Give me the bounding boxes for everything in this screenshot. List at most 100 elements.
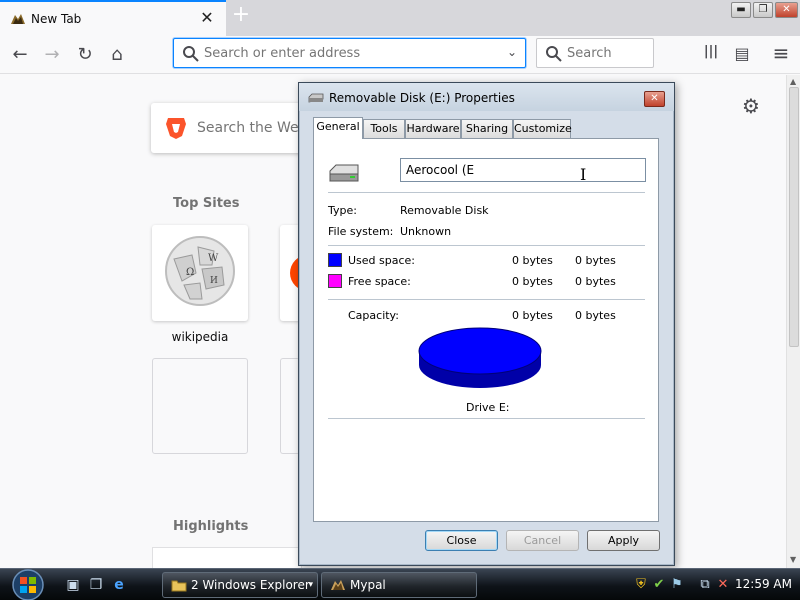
taskbar-button-mypal[interactable]: Mypal xyxy=(321,572,477,598)
url-bar[interactable]: ⌄ xyxy=(173,38,526,68)
search-input[interactable] xyxy=(567,43,647,63)
top-site-tile[interactable] xyxy=(280,225,326,321)
clock[interactable]: 12:59 AM xyxy=(735,577,792,591)
back-button[interactable]: ← xyxy=(6,41,34,69)
start-orb-icon[interactable] xyxy=(8,569,48,600)
mypal-icon xyxy=(11,14,25,24)
capacity-bytes: 0 bytes xyxy=(512,309,553,322)
chevron-down-icon[interactable]: ▾ xyxy=(308,573,313,597)
empty-top-site-tile[interactable] xyxy=(152,358,248,454)
highlights-heading: Highlights xyxy=(173,519,249,534)
file-system-label: File system: xyxy=(328,225,394,238)
flag-icon[interactable]: ⚑ xyxy=(669,577,685,593)
divider xyxy=(328,418,645,419)
folder-icon xyxy=(171,580,187,592)
tab-general[interactable]: General xyxy=(313,117,363,139)
dialog-title-bar[interactable]: Removable Disk (E:) Properties ✕ xyxy=(299,83,674,111)
svg-text:W: W xyxy=(208,253,219,264)
checkmark-shield-icon[interactable]: ✔ xyxy=(651,577,667,593)
top-sites-heading: Top Sites xyxy=(173,196,240,211)
switch-windows-icon[interactable]: ❐ xyxy=(87,577,105,593)
taskbar: ▣ ❐ e 2 Windows Explorer ▾ Mypal ⛨ ✔ ⚑ ⧉… xyxy=(0,568,800,600)
removable-disk-icon xyxy=(308,93,324,103)
new-tab-button[interactable]: + xyxy=(230,4,252,28)
network-icon[interactable]: ⧉ xyxy=(697,577,713,593)
security-shield-icon[interactable]: ⛨ xyxy=(633,577,649,593)
dialog-close-icon[interactable]: ✕ xyxy=(644,91,665,107)
apply-button[interactable]: Apply xyxy=(587,530,660,551)
home-button[interactable]: ⌂ xyxy=(103,41,131,69)
search-icon xyxy=(183,46,199,62)
free-space-label: Free space: xyxy=(348,275,411,288)
window-close-button[interactable]: ✕ xyxy=(775,2,798,18)
search-bar[interactable] xyxy=(536,38,654,68)
text-cursor-icon: I xyxy=(580,165,587,184)
scroll-up-arrow-icon[interactable]: ▲ xyxy=(790,77,796,86)
used-space-bytes: 0 bytes xyxy=(512,254,553,267)
highlight-card[interactable] xyxy=(152,547,302,569)
properties-dialog: Removable Disk (E:) Properties ✕ General… xyxy=(298,82,675,566)
used-space-swatch xyxy=(328,253,342,267)
taskbar-button-label: Mypal xyxy=(350,578,386,592)
gear-icon[interactable]: ⚙ xyxy=(742,94,760,118)
drive-caption: Drive E: xyxy=(466,401,510,414)
close-button[interactable]: Close xyxy=(425,530,498,551)
brave-lion-icon xyxy=(166,118,186,139)
show-desktop-icon[interactable]: ▣ xyxy=(64,577,82,593)
empty-top-site-tile[interactable] xyxy=(280,358,300,454)
capacity-size: 0 bytes xyxy=(575,309,616,322)
tab-close-icon[interactable]: ✕ xyxy=(198,9,216,27)
menu-icon[interactable]: ≡ xyxy=(770,41,792,65)
top-site-label[interactable]: wikipedia xyxy=(152,330,248,344)
dialog-title: Removable Disk (E:) Properties xyxy=(329,91,515,105)
tab-hardware[interactable]: Hardware xyxy=(405,119,461,138)
url-input[interactable] xyxy=(204,43,494,63)
tab-customize[interactable]: Customize xyxy=(513,119,572,138)
used-space-size: 0 bytes xyxy=(575,254,616,267)
taskbar-button-windows-explorer[interactable]: 2 Windows Explorer ▾ xyxy=(162,572,318,598)
forward-button[interactable]: → xyxy=(38,41,66,69)
pie-top xyxy=(418,327,542,375)
removable-disk-icon xyxy=(329,164,359,182)
search-icon xyxy=(546,46,562,62)
library-icon[interactable]: ||| xyxy=(700,44,722,66)
top-site-tile[interactable]: Ω W И xyxy=(152,225,248,321)
tab-strip: New Tab ✕ + ▬ ❐ ✕ xyxy=(0,0,800,36)
navigation-toolbar: ← → ↻ ⌂ ⌄ ||| ▤ ≡ xyxy=(0,36,800,74)
minimize-button[interactable]: ▬ xyxy=(731,2,751,18)
type-label: Type: xyxy=(328,204,357,217)
site-logo-icon xyxy=(290,255,326,291)
web-search-box[interactable] xyxy=(151,103,311,153)
reload-button[interactable]: ↻ xyxy=(71,41,99,69)
sidebar-icon[interactable]: ▤ xyxy=(731,44,753,66)
page-scrollbar[interactable]: ▲ ▼ xyxy=(786,75,800,568)
volume-muted-icon[interactable]: ✕ xyxy=(715,577,731,593)
tab-new-tab[interactable]: New Tab ✕ xyxy=(0,0,226,36)
tab-tools[interactable]: Tools xyxy=(363,119,405,138)
web-search-input[interactable] xyxy=(197,117,307,139)
general-tab-panel: I Type: Removable Disk File system: Unkn… xyxy=(313,138,659,522)
volume-label-input[interactable] xyxy=(400,158,646,182)
internet-explorer-icon[interactable]: e xyxy=(110,577,128,593)
restore-button[interactable]: ❐ xyxy=(753,2,773,18)
cancel-button[interactable]: Cancel xyxy=(506,530,579,551)
free-space-size: 0 bytes xyxy=(575,275,616,288)
free-space-swatch xyxy=(328,274,342,288)
chevron-down-icon[interactable]: ⌄ xyxy=(507,45,517,59)
capacity-label: Capacity: xyxy=(348,309,399,322)
divider xyxy=(328,245,645,246)
scrollbar-thumb[interactable] xyxy=(789,87,799,347)
used-space-label: Used space: xyxy=(348,254,416,267)
wikipedia-globe-icon: Ω W И xyxy=(165,236,235,306)
svg-text:И: И xyxy=(210,276,218,286)
taskbar-button-label: 2 Windows Explorer xyxy=(191,578,310,592)
tab-sharing[interactable]: Sharing xyxy=(461,119,513,138)
divider xyxy=(328,192,645,193)
scroll-down-arrow-icon[interactable]: ▼ xyxy=(790,555,796,564)
tab-title: New Tab xyxy=(31,12,82,26)
file-system-value: Unknown xyxy=(400,225,452,238)
svg-text:Ω: Ω xyxy=(186,267,194,278)
divider xyxy=(328,299,645,300)
type-value: Removable Disk xyxy=(400,204,489,217)
free-space-bytes: 0 bytes xyxy=(512,275,553,288)
